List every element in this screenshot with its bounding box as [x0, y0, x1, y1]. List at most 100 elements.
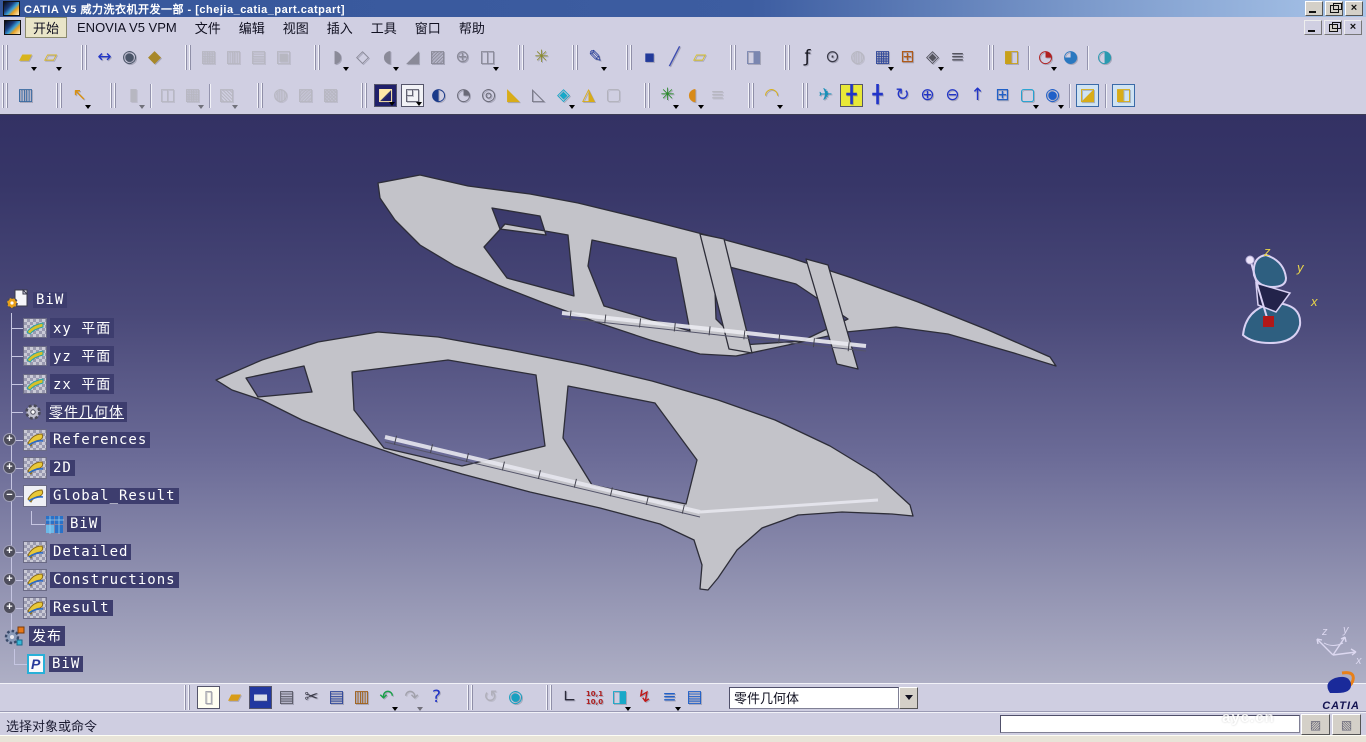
pocket-icon[interactable]: ◰ [401, 84, 424, 107]
new-icon[interactable]: ▯ [197, 686, 220, 709]
dropdown-arrow-icon[interactable] [888, 67, 894, 71]
zoom-in-icon[interactable]: ⊕ [915, 83, 940, 109]
thickness-icon[interactable]: ▢ [601, 83, 626, 109]
print-icon[interactable]: ▤ [274, 685, 299, 711]
structure-list-icon[interactable]: ≡ [705, 83, 730, 109]
comment-icon[interactable]: ⊙ [820, 45, 845, 71]
instantiate-from-document-icon[interactable]: ▦ [196, 45, 221, 71]
select-arrow-icon[interactable]: ↖ [67, 83, 92, 109]
rotate-icon[interactable]: ↻ [890, 83, 915, 109]
viewport[interactable]: BiWxy 平面yz 平面zx 平面零件几何体+References+2D−Gl… [0, 115, 1366, 683]
dropdown-arrow-icon[interactable] [673, 105, 679, 109]
toolbar-grip[interactable] [546, 685, 552, 710]
unfold-icon[interactable]: ◖ [680, 83, 705, 109]
sphere-surface-icon[interactable]: ◍ [268, 83, 293, 109]
toolbar-grip[interactable] [748, 83, 754, 108]
isometric-view-icon[interactable]: ▢ [1015, 83, 1040, 109]
chamfer-icon[interactable]: ◺ [526, 83, 551, 109]
dropdown-arrow-icon[interactable] [56, 67, 62, 71]
enovia-save-icon[interactable]: ▰ [13, 45, 38, 71]
menu-item-窗口[interactable]: 窗口 [407, 17, 449, 38]
fillet-icon[interactable]: ◣ [501, 83, 526, 109]
bend-solid-icon[interactable]: ◢ [400, 45, 425, 71]
menu-item-工具[interactable]: 工具 [363, 17, 405, 38]
toolbar-grip[interactable] [730, 45, 736, 70]
dropdown-arrow-icon[interactable] [343, 67, 349, 71]
status-lock-icon[interactable]: ▧ [1332, 714, 1361, 735]
point-icon[interactable]: ▪ [637, 45, 662, 71]
remove-boolean-icon[interactable]: ◕ [1058, 45, 1083, 71]
axis-target-icon[interactable]: ⊕ [450, 45, 475, 71]
toolbar-grip[interactable] [518, 45, 524, 70]
toolbar-grip[interactable] [184, 685, 190, 710]
dropdown-arrow-icon[interactable] [198, 105, 204, 109]
reorder-list-icon[interactable]: ≡ [657, 685, 682, 711]
mirror-icon[interactable]: ◫ [155, 83, 180, 109]
dropdown-arrow-icon[interactable] [389, 102, 395, 106]
axis-system-icon[interactable]: ∟ [557, 685, 582, 711]
dropdown-arrow-icon[interactable] [416, 102, 422, 106]
enovia-open-icon[interactable]: ▱ [38, 45, 63, 71]
assemble-boolean-icon[interactable]: ◧ [999, 45, 1024, 71]
status-sheet-icon[interactable]: ▨ [1301, 714, 1330, 735]
measure-inertia-icon[interactable]: ◆ [142, 45, 167, 71]
restore-button[interactable] [1325, 1, 1343, 16]
menu-item-编辑[interactable]: 编辑 [231, 17, 273, 38]
design-table-icon[interactable]: ▦ [870, 45, 895, 71]
knowledge-values-icon[interactable]: 10,1 10,0 [582, 685, 607, 711]
shell-icon[interactable]: ◈ [551, 83, 576, 109]
menu-item-视图[interactable]: 视图 [275, 17, 317, 38]
transform-icon[interactable]: ▩ [318, 83, 343, 109]
instantiate-from-selection-icon[interactable]: ▥ [221, 45, 246, 71]
dropdown-arrow-icon[interactable] [417, 707, 423, 711]
open-icon[interactable]: ▰ [222, 685, 247, 711]
dropdown-arrow-icon[interactable] [1033, 105, 1039, 109]
mdi-close-button[interactable]: × [1344, 20, 1362, 35]
mdi-restore-button[interactable] [1324, 20, 1342, 35]
hide-show-icon[interactable]: ◪ [1076, 84, 1099, 107]
dropdown-arrow-icon[interactable] [1051, 67, 1057, 71]
powercopy-create-icon[interactable]: ▤ [246, 45, 271, 71]
lock-icon[interactable]: ◈ [920, 45, 945, 71]
redo-icon[interactable]: ↷ [399, 685, 424, 711]
toolbar-grip[interactable] [257, 83, 263, 108]
close-button[interactable]: × [1345, 1, 1363, 16]
sketcher-icon[interactable]: ✎ [583, 45, 608, 71]
menu-item-ENOVIA V5 VPM[interactable]: ENOVIA V5 VPM [69, 19, 185, 36]
affinity-icon[interactable]: ▨ [293, 83, 318, 109]
toolbar-grip[interactable] [110, 83, 116, 108]
pad-icon[interactable]: ◩ [374, 84, 397, 107]
box-solid-icon[interactable]: ◫ [475, 45, 500, 71]
mdi-minimize-button[interactable] [1304, 20, 1322, 35]
menu-item-插入[interactable]: 插入 [319, 17, 361, 38]
cut-icon[interactable]: ✂ [299, 685, 324, 711]
dropdown-arrow-icon[interactable] [31, 67, 37, 71]
open-catalog-icon[interactable]: ◨ [741, 45, 766, 71]
toolbar-grip[interactable] [2, 83, 8, 108]
toolbar-grip[interactable] [361, 83, 367, 108]
parameter-lock-icon[interactable]: ◍ [845, 45, 870, 71]
copy-icon[interactable]: ▤ [324, 685, 349, 711]
minimize-button[interactable] [1305, 1, 1323, 16]
paste-icon[interactable]: ▥ [349, 685, 374, 711]
toolbar-grip[interactable] [81, 45, 87, 70]
split-body-icon[interactable]: ◐ [426, 83, 451, 109]
dropdown-arrow-icon[interactable] [777, 105, 783, 109]
tools-gear-icon[interactable]: ✳ [529, 45, 554, 71]
toolbar-grip[interactable] [572, 45, 578, 70]
combo-dropdown-button[interactable] [899, 687, 918, 709]
pan-icon[interactable]: ╋ [865, 83, 890, 109]
draft-angle-icon[interactable]: ◮ [576, 83, 601, 109]
knowledge-relations-icon[interactable]: ⊞ [895, 45, 920, 71]
surfaces-wave-icon[interactable]: ◠ [759, 83, 784, 109]
rectangular-pattern-icon[interactable]: ▦ [180, 83, 205, 109]
dropdown-arrow-icon[interactable] [601, 67, 607, 71]
menu-item-文件[interactable]: 文件 [187, 17, 229, 38]
dropdown-arrow-icon[interactable] [698, 105, 704, 109]
dropdown-arrow-icon[interactable] [139, 105, 145, 109]
gear-mechanism-icon[interactable]: ✳ [655, 83, 680, 109]
dropdown-arrow-icon[interactable] [493, 67, 499, 71]
fit-all-in-icon[interactable]: ╋ [840, 84, 863, 107]
userfeature-create-icon[interactable]: ▣ [271, 45, 296, 71]
whats-this-icon[interactable]: ? [424, 685, 449, 711]
